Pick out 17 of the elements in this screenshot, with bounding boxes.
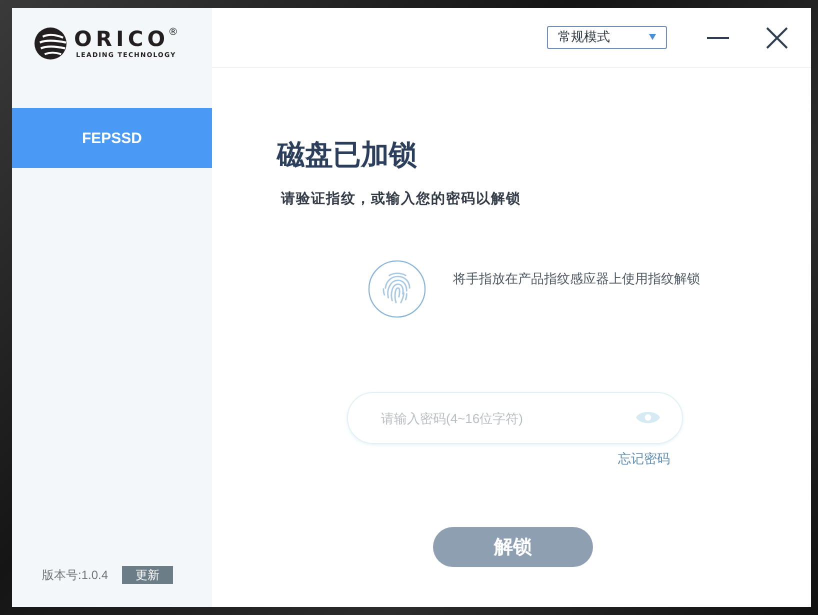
minimize-icon xyxy=(707,36,729,38)
caret-icon xyxy=(649,34,656,40)
sidebar-item[interactable]: FEPSSD xyxy=(12,108,212,168)
logo-wordmark: ORICO xyxy=(74,29,170,50)
mode-dropdown[interactable]: 常规模式 xyxy=(547,26,667,48)
password-field[interactable]: 请输入密码(4~16位字符) xyxy=(347,392,683,444)
registered-mark: ® xyxy=(168,28,178,38)
update-button[interactable]: 更新 xyxy=(122,566,174,584)
instruction-text: 请验证指纹，或输入您的密码以解锁 xyxy=(281,189,521,208)
forgot-password-link[interactable]: 忘记密码 xyxy=(618,450,670,468)
page-title: 磁盘已加锁 xyxy=(277,138,417,172)
version-label: 版本号:1.0.4 xyxy=(42,567,108,584)
fingerprint-hint: 将手指放在产品指纹感应器上使用指纹解锁 xyxy=(453,270,700,288)
fingerprint-icon xyxy=(368,260,426,318)
logo-icon xyxy=(34,27,67,60)
close-icon xyxy=(766,26,788,48)
close-button[interactable] xyxy=(765,26,788,49)
